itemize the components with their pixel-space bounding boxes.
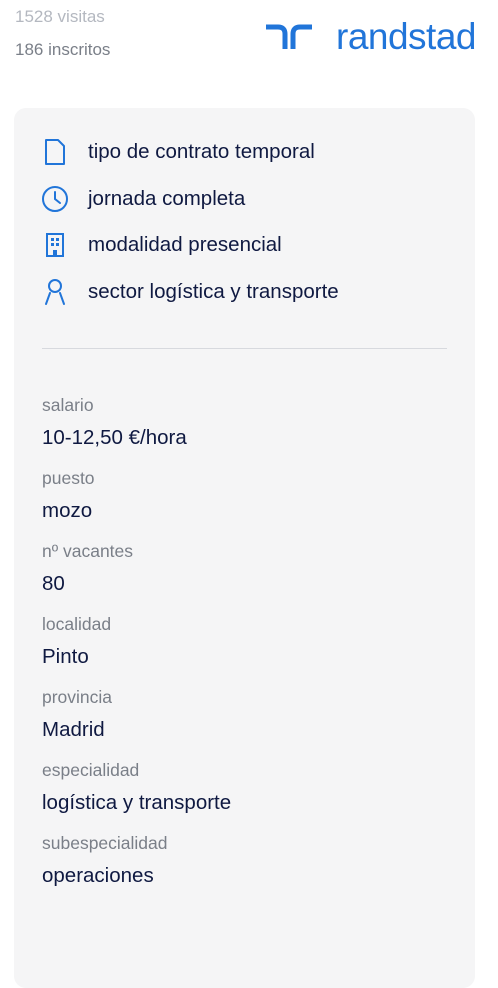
detail-label: localidad <box>42 614 112 634</box>
feature-modality: modalidad presencial <box>40 229 339 261</box>
detail-label: puesto <box>42 468 95 488</box>
detail-value: logística y transporte <box>42 791 232 814</box>
detail-value: mozo <box>42 499 93 522</box>
detail-label: nº vacantes <box>42 541 134 561</box>
detail-value: Madrid <box>42 718 105 741</box>
feature-text: modalidad presencial <box>88 233 282 257</box>
clock-icon <box>40 184 70 214</box>
feature-text: sector logística y transporte <box>88 280 339 304</box>
person-icon <box>40 277 70 307</box>
detail-salary: salario 10-12,50 €/hora <box>42 394 231 451</box>
feature-schedule: jornada completa <box>40 183 339 215</box>
randstad-logo: randstad <box>264 16 477 57</box>
feature-text: tipo de contrato temporal <box>88 140 315 163</box>
randstad-logo-icon <box>266 24 312 49</box>
visits-count: 1528 visitas <box>15 7 105 26</box>
detail-locality: localidad Pinto <box>42 613 231 670</box>
detail-subspecialty: subespecialidad operaciones <box>42 832 231 889</box>
enrolled-count: 186 inscritos <box>15 40 111 59</box>
detail-label: salario <box>42 395 94 415</box>
detail-value: 80 <box>42 572 65 595</box>
detail-value: 10-12,50 €/hora <box>42 426 187 449</box>
divider <box>42 348 447 349</box>
detail-position: puesto mozo <box>42 467 231 524</box>
job-details-card: tipo de contrato temporal jornada comple… <box>14 108 475 988</box>
brand-wordmark: randstad <box>336 16 477 57</box>
detail-label: provincia <box>42 687 113 707</box>
feature-sector: sector logística y transporte <box>40 276 339 308</box>
job-features: tipo de contrato temporal jornada comple… <box>40 136 339 323</box>
feature-text: jornada completa <box>88 186 246 210</box>
detail-province: provincia Madrid <box>42 686 231 743</box>
building-icon <box>40 230 70 260</box>
job-details-list: salario 10-12,50 €/hora puesto mozo nº v… <box>42 394 231 905</box>
job-stats: 1528 visitas 186 inscritos <box>15 6 110 61</box>
detail-vacancies: nº vacantes 80 <box>42 540 231 597</box>
detail-specialty: especialidad logística y transporte <box>42 759 231 816</box>
feature-contract-type: tipo de contrato temporal <box>40 136 339 168</box>
detail-value: operaciones <box>42 864 154 887</box>
detail-value: Pinto <box>42 645 89 668</box>
detail-label: especialidad <box>42 760 140 780</box>
document-icon <box>40 137 70 167</box>
detail-label: subespecialidad <box>42 833 168 853</box>
